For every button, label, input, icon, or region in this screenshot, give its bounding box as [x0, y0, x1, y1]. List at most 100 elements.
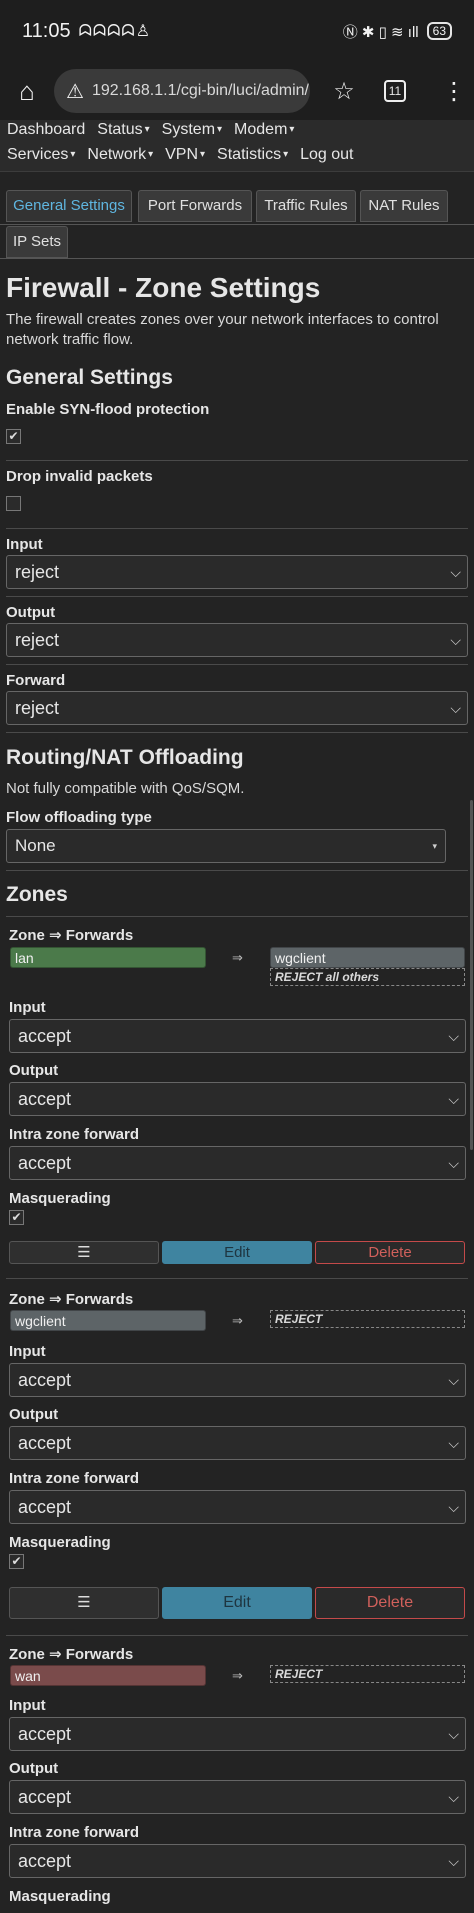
zone-masq-label: Masquerading: [9, 1190, 111, 1207]
reject-others-badge: REJECT all others: [270, 968, 465, 986]
url-text: 192.168.1.1/cgi-bin/luci/admin/n: [91, 82, 310, 99]
tab-nat-rules[interactable]: NAT Rules: [360, 190, 448, 222]
offloading-note: Not fully compatible with QoS/SQM.: [6, 780, 245, 797]
zone-output-select[interactable]: accept ⌵: [9, 1780, 466, 1814]
nav-network[interactable]: Network ▾: [87, 146, 153, 164]
divider: [6, 596, 468, 597]
tab-switcher-button[interactable]: 11: [384, 80, 406, 102]
divider: [6, 1278, 468, 1279]
zone-forwards-label: Zone ⇒ Forwards: [9, 1646, 134, 1663]
tab-divider: [0, 258, 474, 259]
nav-services[interactable]: Services ▾: [7, 146, 75, 164]
more-menu-icon[interactable]: ⋮: [434, 77, 474, 106]
edit-button[interactable]: Edit: [162, 1241, 312, 1264]
forward-arrow-icon: ⇒: [232, 950, 243, 965]
zone-intra-select[interactable]: accept ⌵: [9, 1844, 466, 1878]
nav-statistics[interactable]: Statistics ▾: [217, 146, 288, 164]
output-policy-select[interactable]: reject ⌵: [6, 623, 468, 657]
chevron-down-icon: ⌵: [448, 1499, 459, 1515]
address-bar[interactable]: ⚠ 192.168.1.1/cgi-bin/luci/admin/n: [54, 69, 310, 113]
zone-masq-checkbox[interactable]: ✔: [9, 1210, 24, 1225]
bookmark-star-icon[interactable]: ☆: [316, 77, 372, 106]
dropdown-arrow-icon: ▾: [432, 841, 437, 851]
nav-modem[interactable]: Modem ▾: [234, 121, 294, 139]
status-bar: 11:05 ᗣᗣᗣᗣ♙ Ⓝ ✱ ▯ ≋ ıll 63: [0, 0, 474, 62]
zone-output-label: Output: [9, 1406, 59, 1423]
system-icons: Ⓝ ✱ ▯ ≋ ıll 63: [343, 21, 452, 42]
nav-vpn[interactable]: VPN ▾: [165, 146, 205, 164]
caret-down-icon: ▾: [283, 149, 289, 161]
forward-policy-select[interactable]: reject ⌵: [6, 691, 468, 725]
zone-masq-label: Masquerading: [9, 1888, 111, 1905]
sort-handle-button[interactable]: ☰: [9, 1241, 159, 1264]
chevron-down-icon: ⌵: [448, 1435, 459, 1451]
chevron-down-icon: ⌵: [448, 1155, 459, 1171]
tab-general-settings[interactable]: General Settings: [6, 190, 132, 222]
zone-input-label: Input: [9, 1697, 46, 1714]
delete-button[interactable]: Delete: [315, 1587, 465, 1619]
tab-port-forwards[interactable]: Port Forwards: [138, 190, 252, 222]
zone-intra-label: Intra zone forward: [9, 1126, 140, 1143]
drop-invalid-checkbox[interactable]: [6, 496, 21, 511]
zone-intra-select[interactable]: accept ⌵: [9, 1490, 466, 1524]
general-settings-heading: General Settings: [6, 366, 173, 389]
caret-down-icon: ▾: [200, 149, 206, 161]
divider: [6, 916, 468, 917]
zone-output-select[interactable]: accept ⌵: [9, 1082, 466, 1116]
offloading-type-select[interactable]: None ▾: [6, 829, 446, 863]
delete-button[interactable]: Delete: [315, 1241, 465, 1264]
syn-flood-checkbox[interactable]: ✔: [6, 429, 21, 444]
zone-forwards-label: Zone ⇒ Forwards: [9, 1291, 134, 1308]
zone-input-label: Input: [9, 999, 46, 1016]
home-icon[interactable]: ⌂: [0, 76, 54, 107]
reject-badge: REJECT: [270, 1310, 465, 1328]
zone-intra-label: Intra zone forward: [9, 1824, 140, 1841]
chevron-down-icon: ⌵: [450, 564, 461, 580]
sort-handle-button[interactable]: ☰: [9, 1587, 159, 1619]
reject-badge: REJECT: [270, 1665, 465, 1683]
zone-input-select[interactable]: accept ⌵: [9, 1717, 466, 1751]
divider: [6, 664, 468, 665]
drop-invalid-label: Drop invalid packets: [6, 468, 153, 485]
zone-input-select[interactable]: accept ⌵: [9, 1019, 466, 1053]
offloading-type-label: Flow offloading type: [6, 809, 152, 826]
zone-forwards-label: Zone ⇒ Forwards: [9, 927, 134, 944]
nav-system[interactable]: System ▾: [162, 121, 222, 139]
input-policy-select[interactable]: reject ⌵: [6, 555, 468, 589]
main-nav: Dashboard Status ▾ System ▾ Modem ▾ Service…: [0, 120, 474, 172]
zone-intra-select[interactable]: accept ⌵: [9, 1146, 466, 1180]
chevron-down-icon: ⌵: [450, 632, 461, 648]
zone-masq-label: Masquerading: [9, 1534, 111, 1551]
zone-output-label: Output: [9, 1760, 59, 1777]
nav-logout[interactable]: Log out: [300, 146, 353, 164]
chevron-down-icon: ⌵: [448, 1853, 459, 1869]
tab-ip-sets[interactable]: IP Sets: [6, 226, 68, 258]
forward-arrow-icon: ⇒: [232, 1668, 243, 1683]
nav-dashboard[interactable]: Dashboard: [7, 121, 85, 139]
zone-output-select[interactable]: accept ⌵: [9, 1426, 466, 1460]
browser-toolbar: ⌂ ⚠ 192.168.1.1/cgi-bin/luci/admin/n ☆ 1…: [0, 62, 474, 120]
forward-label: Forward: [6, 672, 66, 689]
zones-heading: Zones: [6, 883, 68, 906]
syn-flood-label: Enable SYN-flood protection: [6, 401, 210, 418]
zone-badge-wgclient: wgclient: [10, 1310, 206, 1331]
tab-traffic-rules[interactable]: Traffic Rules: [256, 190, 356, 222]
caret-down-icon: ▾: [289, 124, 295, 136]
chevron-down-icon: ⌵: [448, 1091, 459, 1107]
zone-input-label: Input: [9, 1343, 46, 1360]
divider: [6, 1635, 468, 1636]
edit-button[interactable]: Edit: [162, 1587, 312, 1619]
caret-down-icon: ▾: [148, 149, 154, 161]
nav-status[interactable]: Status ▾: [97, 121, 149, 139]
page-description: The firewall creates zones over your net…: [6, 311, 439, 348]
tab-divider: [0, 224, 474, 225]
zone-input-select[interactable]: accept ⌵: [9, 1363, 466, 1397]
warning-icon: ⚠: [66, 80, 84, 103]
caret-down-icon: ▾: [144, 124, 150, 136]
nav-row-1: Dashboard Status ▾ System ▾ Modem ▾: [7, 121, 294, 139]
zone-badge-wan: wan: [10, 1665, 206, 1686]
offloading-heading: Routing/NAT Offloading: [6, 746, 244, 769]
zone-masq-checkbox[interactable]: ✔: [9, 1554, 24, 1569]
page-scrollbar[interactable]: [470, 800, 473, 1150]
forward-arrow-icon: ⇒: [232, 1313, 243, 1328]
